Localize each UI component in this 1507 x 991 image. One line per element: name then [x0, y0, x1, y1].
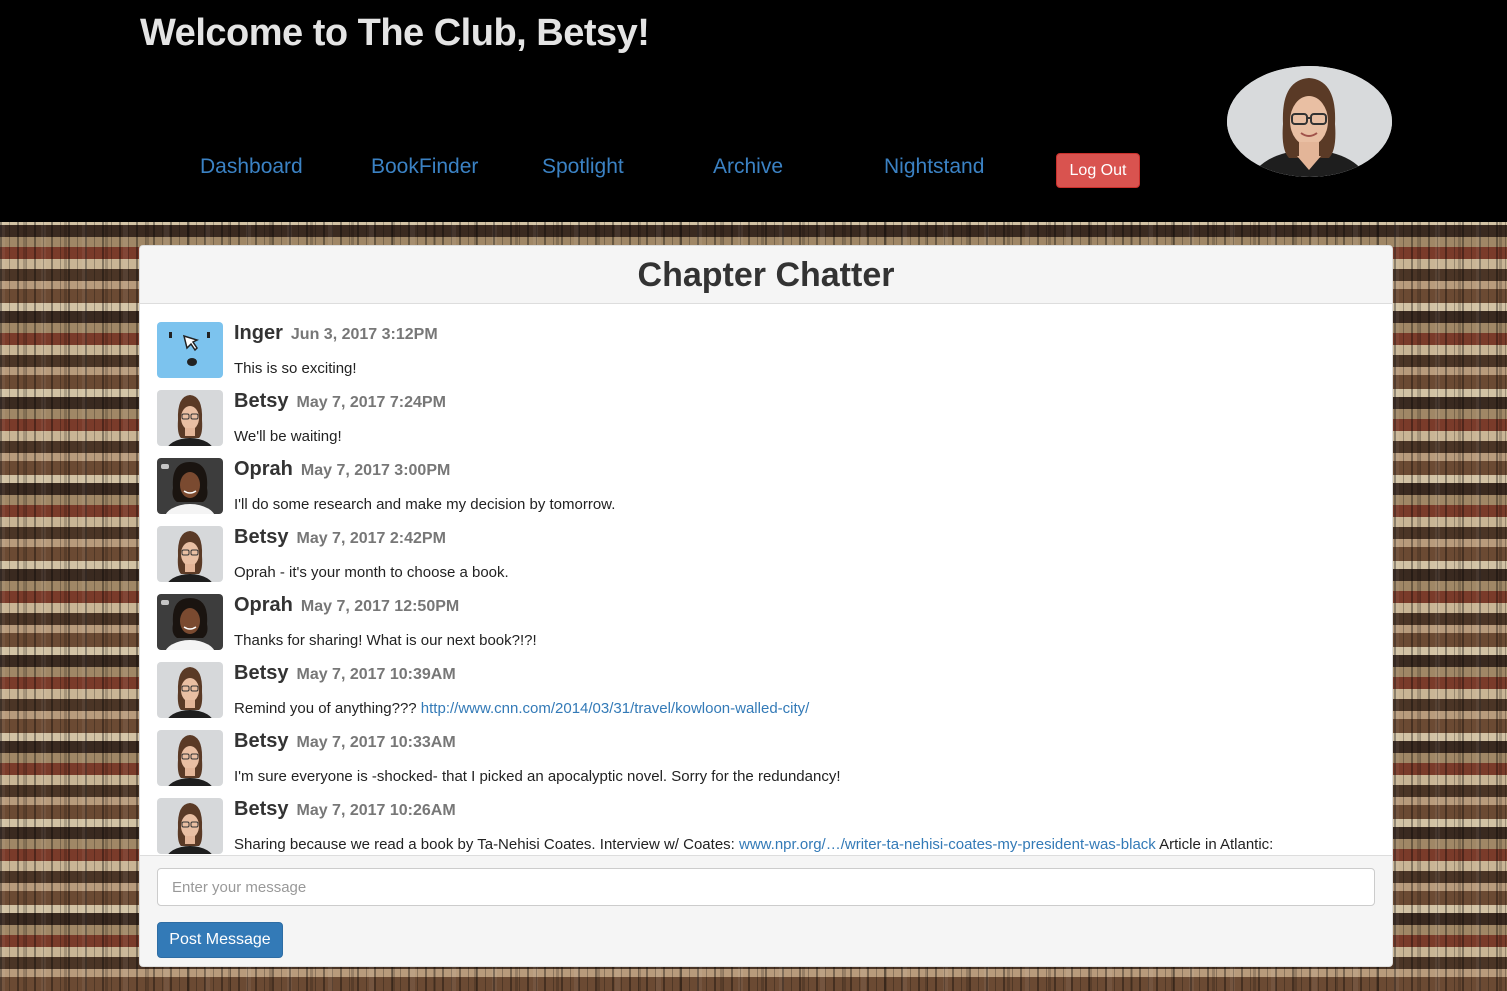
- message-text: I'll do some research and make my decisi…: [234, 496, 616, 513]
- message-body-continued: Article in Atlantic:: [1159, 836, 1274, 853]
- message-list[interactable]: Inger Jun 3, 2017 3:12PM This is so excit…: [140, 304, 1392, 855]
- message-author: Oprah May 7, 2017 3:00PM: [234, 458, 450, 481]
- message-item: Inger Jun 3, 2017 3:12PM This is so excit…: [157, 322, 1377, 390]
- message-text: This is so exciting!: [234, 360, 357, 377]
- message-text: Sharing because we read a book by Ta-Neh…: [234, 836, 1273, 853]
- message-timestamp: Jun 3, 2017 3:12PM: [290, 326, 438, 343]
- author-name: Betsy: [234, 798, 289, 820]
- message-author: Betsy May 7, 2017 10:39AM: [234, 662, 456, 685]
- message-composer: Post Message: [140, 855, 1392, 966]
- message-timestamp: May 7, 2017 3:00PM: [300, 462, 451, 479]
- author-name: Inger: [234, 322, 283, 344]
- message-item: Betsy May 7, 2017 10:33AM I'm sure everyo…: [157, 730, 1377, 798]
- author-name: Oprah: [234, 594, 293, 616]
- user-avatar-betsy: [157, 798, 223, 854]
- message-link[interactable]: http://www.cnn.com/2014/03/31/travel/kow…: [421, 700, 810, 717]
- chat-title: Chapter Chatter: [637, 256, 895, 294]
- message-text: We'll be waiting!: [234, 428, 342, 445]
- message-timestamp: May 7, 2017 7:24PM: [296, 394, 446, 411]
- nav-spotlight[interactable]: Spotlight: [542, 155, 624, 179]
- message-timestamp: May 7, 2017 12:50PM: [300, 598, 460, 615]
- message-link[interactable]: www.npr.org/…/writer-ta-nehisi-coates-my…: [739, 836, 1156, 853]
- message-author: Betsy May 7, 2017 10:33AM: [234, 730, 456, 753]
- message-author: Inger Jun 3, 2017 3:12PM: [234, 322, 438, 345]
- message-author: Betsy May 7, 2017 10:26AM: [234, 798, 456, 821]
- message-input[interactable]: [157, 868, 1375, 906]
- post-message-button[interactable]: Post Message: [157, 922, 283, 958]
- user-avatar-betsy: [157, 730, 223, 786]
- message-item: Betsy May 7, 2017 10:26AM Sharing because…: [157, 798, 1377, 855]
- nav-dashboard[interactable]: Dashboard: [200, 155, 303, 179]
- chat-panel: Chapter Chatter Inger Jun 3, 2017 3:12PM …: [139, 245, 1393, 967]
- user-avatar-betsy: [157, 526, 223, 582]
- message-author: Oprah May 7, 2017 12:50PM: [234, 594, 459, 617]
- message-author: Betsy May 7, 2017 2:42PM: [234, 526, 446, 549]
- author-name: Betsy: [234, 526, 289, 548]
- message-text: I'm sure everyone is -shocked- that I pi…: [234, 768, 841, 785]
- author-name: Betsy: [234, 730, 289, 752]
- user-avatar-betsy: [157, 390, 223, 446]
- message-body: Remind you of anything???: [234, 700, 417, 717]
- author-name: Betsy: [234, 662, 289, 684]
- user-avatar-cartoon: [157, 322, 223, 378]
- nav-bookfinder[interactable]: BookFinder: [371, 155, 478, 179]
- message-text: Remind you of anything??? http://www.cnn…: [234, 700, 809, 717]
- message-body: Sharing because we read a book by Ta-Neh…: [234, 836, 735, 853]
- nav-archive[interactable]: Archive: [713, 155, 783, 179]
- message-timestamp: May 7, 2017 10:33AM: [296, 734, 456, 751]
- message-item: Oprah May 7, 2017 12:50PM Thanks for shar…: [157, 594, 1377, 662]
- user-avatar-oprah: [157, 594, 223, 650]
- user-avatar-betsy: [157, 662, 223, 718]
- message-timestamp: May 7, 2017 10:26AM: [296, 802, 456, 819]
- message-author: Betsy May 7, 2017 7:24PM: [234, 390, 446, 413]
- chat-panel-heading: Chapter Chatter: [140, 246, 1392, 304]
- message-item: Betsy May 7, 2017 7:24PM We'll be waiting…: [157, 390, 1377, 458]
- profile-avatar[interactable]: [1227, 66, 1392, 177]
- user-avatar-oprah: [157, 458, 223, 514]
- logout-button[interactable]: Log Out: [1056, 153, 1140, 188]
- message-text: Oprah - it's your month to choose a book…: [234, 564, 509, 581]
- message-item: Betsy May 7, 2017 2:42PM Oprah - it's you…: [157, 526, 1377, 594]
- message-timestamp: May 7, 2017 10:39AM: [296, 666, 456, 683]
- message-text: Thanks for sharing! What is our next boo…: [234, 632, 537, 649]
- author-name: Betsy: [234, 390, 289, 412]
- message-timestamp: May 7, 2017 2:42PM: [296, 530, 446, 547]
- welcome-title: Welcome to The Club, Betsy!: [140, 12, 650, 54]
- message-item: Betsy May 7, 2017 10:39AM Remind you of a…: [157, 662, 1377, 730]
- message-item: Oprah May 7, 2017 3:00PM I'll do some res…: [157, 458, 1377, 526]
- nav-nightstand[interactable]: Nightstand: [884, 155, 984, 179]
- author-name: Oprah: [234, 458, 293, 480]
- site-header: Welcome to The Club, Betsy! Dashboard Bo…: [0, 0, 1507, 222]
